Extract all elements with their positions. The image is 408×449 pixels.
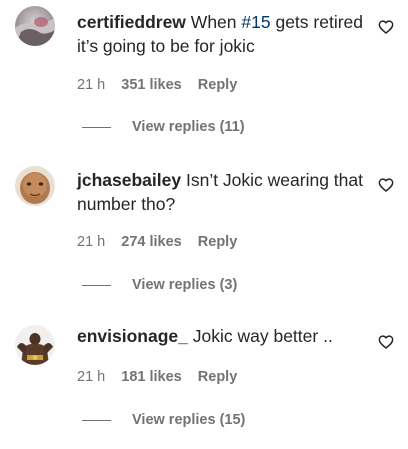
- avatar-image: [15, 166, 55, 206]
- divider-line: [82, 284, 111, 286]
- likes-count[interactable]: 274 likes: [121, 234, 181, 250]
- comment-time: 21 h: [77, 369, 106, 385]
- comment-time: 21 h: [77, 234, 106, 250]
- view-replies-label: View replies (3): [132, 277, 238, 293]
- view-replies-button[interactable]: View replies (11): [82, 119, 245, 135]
- view-replies-label: View replies (11): [132, 119, 245, 135]
- comment-text: envisionage_ Jokic way better ..: [77, 324, 369, 348]
- view-replies-button[interactable]: View replies (3): [82, 277, 237, 293]
- comment-meta: 21 h 181 likes Reply: [77, 369, 249, 385]
- likes-count[interactable]: 181 likes: [121, 369, 181, 385]
- avatar[interactable]: [15, 6, 55, 46]
- reply-button[interactable]: Reply: [198, 77, 238, 93]
- reply-button[interactable]: Reply: [198, 234, 238, 250]
- avatar[interactable]: [15, 166, 55, 206]
- likes-count[interactable]: 351 likes: [121, 77, 181, 93]
- avatar-image: [15, 325, 55, 365]
- divider-line: [82, 419, 111, 421]
- comment-meta: 21 h 274 likes Reply: [77, 234, 249, 250]
- comment-text: certifieddrew When #15 gets retired it’s…: [77, 10, 369, 58]
- reply-button[interactable]: Reply: [198, 369, 238, 385]
- view-replies-button[interactable]: View replies (15): [82, 412, 245, 428]
- view-replies-label: View replies (15): [132, 412, 246, 428]
- hashtag-link[interactable]: #15: [241, 12, 270, 32]
- heart-outline-icon[interactable]: [378, 19, 394, 35]
- comment-time: 21 h: [77, 77, 106, 93]
- comment-username[interactable]: jchasebailey: [77, 170, 181, 190]
- comment-body-start: When: [185, 12, 242, 32]
- comment-username[interactable]: envisionage_: [77, 326, 188, 346]
- comment-username[interactable]: certifieddrew: [77, 12, 186, 32]
- heart-outline-icon[interactable]: [378, 177, 394, 193]
- heart-outline-icon[interactable]: [378, 334, 394, 350]
- comment-meta: 21 h 351 likes Reply: [77, 77, 249, 93]
- avatar[interactable]: [15, 325, 55, 365]
- comment-body-start: Jokic way better ..: [187, 326, 333, 346]
- avatar-image: [15, 6, 55, 46]
- comment-text: jchasebailey Isn’t Jokic wearing that nu…: [77, 168, 369, 216]
- divider-line: [82, 126, 111, 128]
